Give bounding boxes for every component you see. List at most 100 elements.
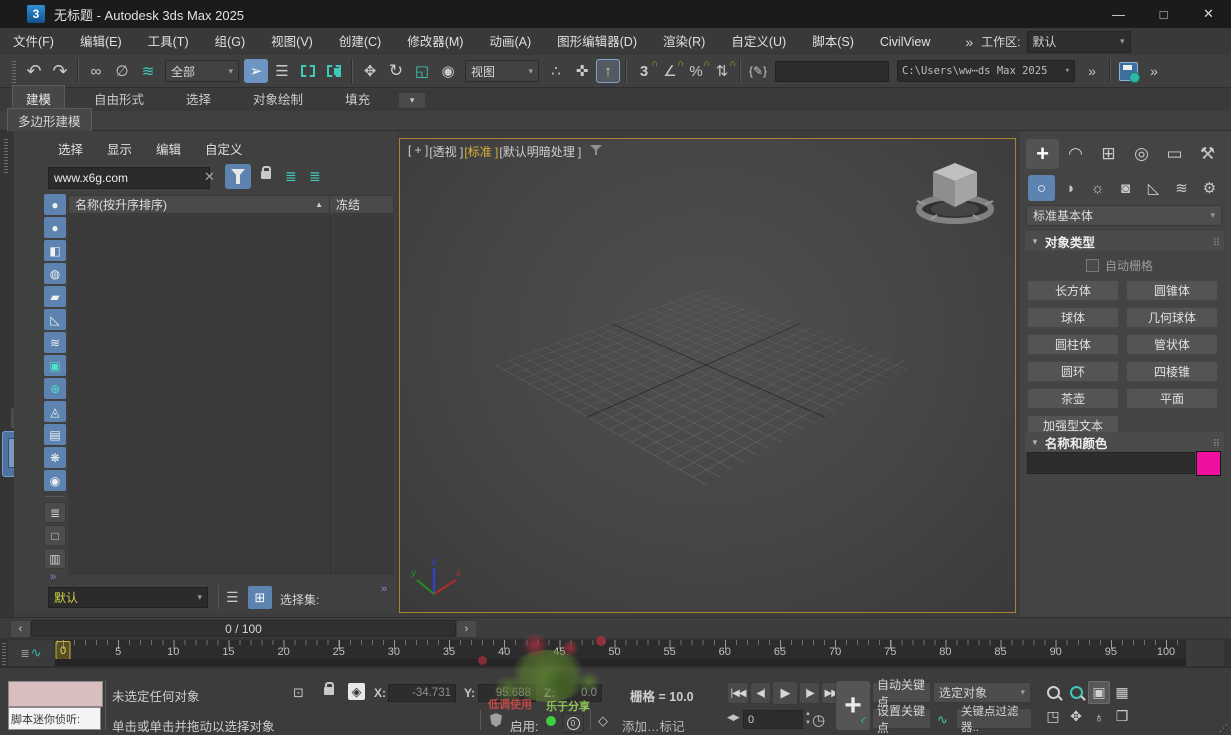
category-cameras-icon[interactable]: ◙ xyxy=(1112,175,1139,201)
play-button[interactable]: ▶ xyxy=(772,681,798,705)
panel-tab-hierarchy[interactable]: ⊞ xyxy=(1092,139,1125,169)
maxscript-macro-recorder[interactable] xyxy=(8,681,103,707)
search-filter-button[interactable] xyxy=(225,164,251,189)
pan-view-icon[interactable]: ✥ xyxy=(1065,705,1087,728)
hierarchy-view-button[interactable]: ⊞ xyxy=(248,586,272,609)
select-and-rotate-button[interactable]: ↻ xyxy=(384,59,408,83)
display-filter-list-view-icon[interactable]: ≣ xyxy=(44,502,66,523)
use-pivot-center-button[interactable]: ∴ xyxy=(544,59,568,83)
trackbar-drag-handle[interactable] xyxy=(2,641,6,665)
orbit-icon[interactable]: ♁ xyxy=(1088,705,1110,728)
maximize-viewport-toggle-icon[interactable]: ❒ xyxy=(1111,705,1133,728)
ribbon-state-dropdown[interactable]: ▾ xyxy=(399,93,426,108)
frozen-column-header[interactable]: 冻结 xyxy=(330,195,394,214)
safe-scene-shield-icon[interactable] xyxy=(490,713,502,727)
dock-drag-handle[interactable] xyxy=(4,139,8,173)
track-bar[interactable]: ≣ ∿ 5 10 15 20 25 30 35 40 45 50 55 60 65 70 75 80 85 90 9… xyxy=(0,638,1231,667)
object-name-input[interactable] xyxy=(1027,452,1195,474)
display-filter-lights-icon[interactable]: ◍ xyxy=(44,263,66,284)
display-filter-containers-icon[interactable]: ▤ xyxy=(44,424,66,445)
scene-object-list[interactable] xyxy=(68,215,394,575)
viewcube[interactable] xyxy=(909,149,1001,237)
scene-converter-cube-icon[interactable]: ◇ xyxy=(598,713,608,729)
toolbar-more-chevron[interactable]: » xyxy=(50,571,56,583)
display-filter-geometry-icon[interactable]: ● xyxy=(44,217,66,238)
tube-button[interactable]: 管状体 xyxy=(1126,334,1218,355)
panel-tab-create[interactable]: + xyxy=(1026,139,1059,169)
save-file-button[interactable] xyxy=(1116,59,1140,83)
box-button[interactable]: 长方体 xyxy=(1027,280,1119,301)
maxscript-mini-listener[interactable]: 脚本迷你侦听: xyxy=(8,707,101,730)
viewport-filter-funnel-icon[interactable] xyxy=(590,145,603,155)
percent-snap-toggle-button[interactable]: % ∩ xyxy=(684,58,710,83)
ribbon-tab-freeform[interactable]: 自由形式 xyxy=(81,86,157,111)
isolate-selection-toggle[interactable]: ⊡ xyxy=(293,685,304,701)
ribbon-tab-object-paint[interactable]: 对象绘制 xyxy=(240,86,316,111)
edit-named-selection-sets-button[interactable]: {✎} xyxy=(746,59,770,83)
absolute-offset-mode-toggle[interactable]: ◈ xyxy=(348,683,365,700)
reference-coordinate-dropdown[interactable]: 视图 ▾ xyxy=(465,60,539,82)
window-crossing-toggle[interactable] xyxy=(322,59,346,83)
zoom-extents-icon[interactable]: ▣ xyxy=(1088,681,1110,704)
menu-item-civilview[interactable]: CivilView xyxy=(867,29,943,55)
add-time-tag[interactable]: 添加…标记 xyxy=(622,716,685,735)
panel-tab-modify[interactable]: ◠ xyxy=(1059,139,1092,169)
select-and-place-button[interactable]: ◉ xyxy=(436,59,460,83)
display-filter-shapes-icon[interactable]: ◧ xyxy=(44,240,66,261)
snap-toggle-3d-button[interactable]: 3 ∩ xyxy=(632,58,658,83)
maximize-button[interactable]: □ xyxy=(1141,0,1186,28)
category-helpers-icon[interactable]: ◺ xyxy=(1140,175,1167,201)
menu-item-create[interactable]: 创建(C) xyxy=(326,29,394,55)
category-space-warps-icon[interactable]: ≋ xyxy=(1168,175,1195,201)
viewport-renderer-menu[interactable]: [标准 ] xyxy=(464,143,498,160)
mini-curve-editor-button[interactable]: ≣ ∿ xyxy=(8,640,54,666)
select-and-manipulate-button[interactable]: ✜ xyxy=(570,59,594,83)
close-button[interactable]: ✕ xyxy=(1186,0,1231,28)
toolbar-overflow-chevron-2[interactable]: » xyxy=(1142,59,1166,83)
project-folder-dropdown[interactable]: C:\Users\ww⋯ds Max 2025 ▾ xyxy=(897,60,1075,82)
next-frame-button[interactable]: › xyxy=(456,620,477,638)
menu-overflow-chevron[interactable]: » xyxy=(965,34,973,50)
app-logo-icon[interactable]: 3 xyxy=(27,5,45,23)
named-selection-sets-field[interactable] xyxy=(775,60,889,82)
select-and-link-icon[interactable]: ∞ xyxy=(84,59,108,83)
menu-item-tools[interactable]: 工具(T) xyxy=(135,29,202,55)
geosphere-button[interactable]: 几何球体 xyxy=(1126,307,1218,328)
unlink-selection-icon[interactable]: ∅ xyxy=(110,59,134,83)
cone-button[interactable]: 圆锥体 xyxy=(1126,280,1218,301)
ribbon-tab-populate[interactable]: 填充 xyxy=(332,86,383,111)
trackbar-key-lane[interactable] xyxy=(55,659,1186,666)
zoom-all-icon[interactable] xyxy=(1065,681,1087,704)
display-filter-notes-icon[interactable]: ▥ xyxy=(44,548,66,569)
hierarchy-mode-icon[interactable]: ≣ xyxy=(285,168,297,185)
menu-item-animation[interactable]: 动画(A) xyxy=(476,29,544,55)
toolbar-drag-handle[interactable] xyxy=(12,59,16,83)
menu-item-file[interactable]: 文件(F) xyxy=(0,29,67,55)
display-filter-blank-icon[interactable]: □ xyxy=(44,525,66,546)
display-filter-cameras-icon[interactable]: ▰ xyxy=(44,286,66,307)
zoom-icon[interactable] xyxy=(1042,681,1064,704)
menu-item-views[interactable]: 视图(V) xyxy=(258,29,326,55)
category-shapes-icon[interactable]: ◑ xyxy=(1056,175,1083,201)
select-object-button[interactable]: ➢ xyxy=(244,59,268,83)
select-and-scale-button[interactable]: ◱ xyxy=(410,59,434,83)
default-tangent-icon[interactable]: ∿ xyxy=(937,712,948,728)
rectangular-selection-region-button[interactable] xyxy=(296,59,320,83)
explorer-menu-customize[interactable]: 自定义 xyxy=(205,139,243,158)
viewport-pov-menu[interactable]: [透视 ] xyxy=(429,143,463,160)
category-systems-icon[interactable]: ⚙ xyxy=(1196,175,1223,201)
display-filter-groups-icon[interactable]: ▣ xyxy=(44,355,66,376)
workspace-dropdown[interactable]: 默认 ▾ xyxy=(1026,30,1131,53)
perspective-viewport[interactable]: [ + ] [透视 ] [标准 ] [默认明暗处理 ] z x y xyxy=(399,138,1016,613)
pyramid-button[interactable]: 四棱锥 xyxy=(1126,361,1218,382)
set-keys-button[interactable]: + ⌐ xyxy=(835,680,871,731)
blocked-scripts-count-button[interactable]: 0 xyxy=(562,713,584,733)
panel-tab-utilities[interactable]: ⚒ xyxy=(1191,139,1224,169)
previous-frame-button[interactable]: ‹ xyxy=(10,620,31,638)
minimize-button[interactable]: — xyxy=(1096,0,1141,28)
menu-item-edit[interactable]: 编辑(E) xyxy=(67,29,135,55)
category-lights-icon[interactable]: ☼ xyxy=(1084,175,1111,201)
spinner-arrows[interactable]: ▲ ▼ xyxy=(805,710,811,728)
menu-item-graph-editors[interactable]: 图形编辑器(D) xyxy=(544,29,650,55)
zoom-extents-all-icon[interactable]: ▦ xyxy=(1111,681,1133,704)
